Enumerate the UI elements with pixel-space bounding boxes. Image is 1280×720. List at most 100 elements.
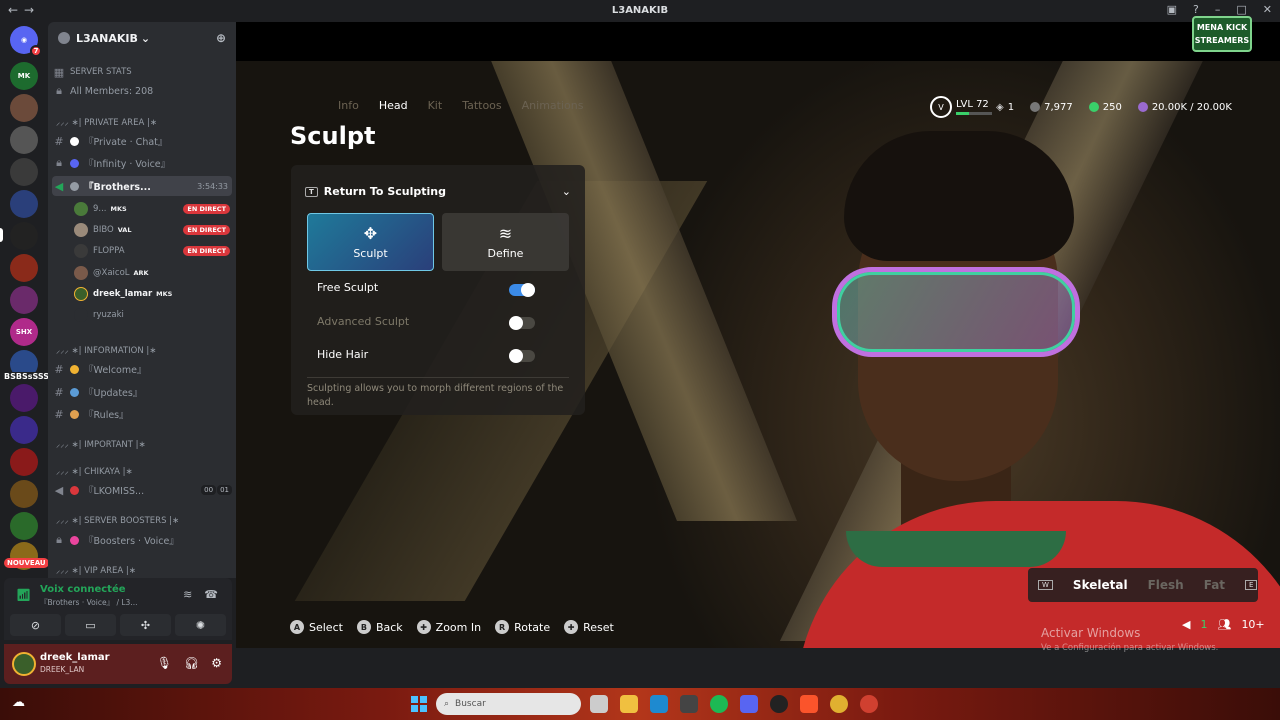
screen-share-button[interactable]: ▭ — [65, 614, 116, 636]
hide-hair-toggle[interactable] — [509, 349, 535, 363]
server-header[interactable]: L3ANAKIB ⌄ ⊕ — [48, 22, 236, 54]
inbox-icon[interactable]: ▣ — [1167, 3, 1177, 16]
sculpt-mode-card[interactable]: ✥ Sculpt — [307, 213, 434, 271]
category-vip-area[interactable]: ⸝⸝⸝ ∗| VIP AREA |∗ — [52, 560, 232, 578]
server-icon[interactable]: SHX — [10, 318, 38, 346]
chevron-down-icon[interactable]: ⌄ — [562, 185, 571, 198]
discord-icon[interactable] — [740, 695, 758, 713]
task-view-icon[interactable] — [590, 695, 608, 713]
maximize-button[interactable]: □ — [1236, 3, 1246, 16]
help-icon[interactable]: ? — [1193, 3, 1199, 16]
tab-animations[interactable]: Animations — [522, 99, 584, 112]
discord-home-icon[interactable]: ◉ 7 — [10, 26, 42, 57]
taskbar-search[interactable]: ⌕ Buscar — [436, 693, 581, 715]
tab-info[interactable]: Info — [338, 99, 359, 112]
server-icon[interactable] — [10, 254, 38, 282]
free-sculpt-toggle[interactable] — [509, 283, 535, 297]
search-placeholder: Buscar — [455, 699, 486, 709]
avatar[interactable] — [12, 652, 36, 676]
voice-user[interactable]: FLOPPA EN DIRECT — [74, 242, 230, 260]
channel-label: 『Updates』 — [84, 388, 143, 399]
tab-tattoos[interactable]: Tattoos — [462, 99, 501, 112]
voice-status[interactable]: Voix connectée — [40, 584, 126, 595]
voice-channel-name[interactable]: 『Brothers · Voice』 / L3... — [40, 597, 137, 608]
soundboard-button[interactable]: ✺ — [175, 614, 226, 636]
advanced-sculpt-toggle[interactable] — [509, 316, 535, 330]
server-icon[interactable] — [10, 158, 38, 186]
notification-badge: 7 — [30, 45, 42, 57]
tab-kit[interactable]: Kit — [428, 99, 443, 112]
channel-welcome[interactable]: # 『Welcome』 — [52, 359, 232, 379]
start-button[interactable] — [411, 696, 427, 712]
layer-flesh[interactable]: Flesh — [1148, 578, 1184, 592]
voice-user[interactable]: ryuzaki — [74, 306, 230, 324]
chrome-icon[interactable] — [860, 695, 878, 713]
settings-gear-icon[interactable]: ⚙ — [211, 656, 222, 670]
channel-private-chat[interactable]: # 『Private · Chat』 — [52, 131, 232, 151]
server-icon[interactable] — [10, 384, 38, 412]
server-icon[interactable] — [10, 126, 38, 154]
category-server-boosters[interactable]: ⸝⸝⸝ ∗| SERVER BOOSTERS |∗ — [52, 510, 232, 530]
category-chikaya[interactable]: ⸝⸝⸝ ∗| CHIKAYA |∗ — [52, 461, 232, 481]
minimize-button[interactable]: – — [1215, 3, 1221, 16]
server-icon[interactable] — [10, 222, 38, 250]
user-name: dreek_lamar — [93, 289, 153, 299]
noise-suppression-icon[interactable]: ≋ — [183, 588, 192, 601]
camera-off-button[interactable]: ⊘ — [10, 614, 61, 636]
server-icon[interactable] — [10, 480, 38, 508]
activation-watermark-subtitle: Ve a Configuración para activar Windows. — [1041, 643, 1219, 653]
close-button[interactable]: ✕ — [1263, 3, 1272, 16]
category-important[interactable]: ⸝⸝⸝ ∗| IMPORTANT |∗ — [52, 434, 232, 454]
file-explorer-icon[interactable] — [620, 695, 638, 713]
edge-icon[interactable] — [650, 695, 668, 713]
channel-all-members[interactable]: 🔒︎ All Members: 208 — [52, 81, 232, 101]
voice-user[interactable]: 9... MKS EN DIRECT — [74, 200, 230, 218]
character-collar — [846, 531, 1066, 567]
store-icon[interactable] — [680, 695, 698, 713]
category-information[interactable]: ⸝⸝⸝ ∗| INFORMATION |∗ — [52, 340, 232, 360]
voice-user[interactable]: @XaicoL ARK — [74, 264, 230, 282]
voice-user[interactable]: BIBO VAL EN DIRECT — [74, 221, 230, 239]
microphone-icon[interactable]: 🎙︎ — [157, 656, 172, 670]
channel-boosters-voice[interactable]: 🔒︎ 『Boosters · Voice』 — [52, 530, 232, 550]
server-icon[interactable] — [10, 286, 38, 314]
server-icon[interactable] — [10, 448, 38, 476]
headphones-icon[interactable]: 🎧︎ — [184, 656, 199, 670]
define-mode-card[interactable]: ≋ Define — [442, 213, 569, 271]
level-emblem-icon: V — [930, 96, 952, 118]
server-icon[interactable]: MK — [10, 62, 38, 90]
server-icon[interactable] — [10, 190, 38, 218]
layer-selector: W Skeletal Flesh Fat E — [1028, 568, 1258, 602]
tab-head[interactable]: Head — [379, 99, 408, 112]
disconnect-icon[interactable]: ☎ — [204, 588, 218, 601]
channel-updates[interactable]: # 『Updates』 — [52, 382, 232, 402]
user-name: 9... — [93, 204, 107, 214]
user-name[interactable]: dreek_lamar — [40, 652, 110, 663]
voice-user[interactable]: dreek_lamar MKS — [74, 285, 230, 303]
back-arrow-icon[interactable]: ◀ — [1182, 618, 1190, 631]
server-icon[interactable] — [10, 416, 38, 444]
chrome-icon[interactable] — [830, 695, 848, 713]
spotify-icon[interactable] — [710, 695, 728, 713]
server-icon[interactable] — [10, 94, 38, 122]
button-a-icon: A — [290, 620, 304, 634]
panel-header[interactable]: T Return To Sculpting — [305, 185, 446, 198]
channel-infinity-voice[interactable]: 🔒︎ 『Infinity · Voice』 — [52, 153, 232, 173]
active-server-pill — [0, 228, 3, 242]
brave-icon[interactable] — [800, 695, 818, 713]
layer-fat[interactable]: Fat — [1204, 578, 1225, 592]
dpad-icon: ✚ — [564, 620, 579, 634]
category-private-area[interactable]: ⸝⸝⸝ ∗| PRIVATE AREA |∗ — [52, 112, 232, 132]
server-icon[interactable] — [10, 512, 38, 540]
layer-skeletal[interactable]: Skeletal — [1073, 578, 1128, 592]
obs-icon[interactable] — [770, 695, 788, 713]
channel-server-stats[interactable]: ▦ SERVER STATS — [52, 62, 232, 82]
channel-lkomiss[interactable]: ◀︎ 『LKOMISS... 00 01 — [52, 480, 232, 500]
channel-rules[interactable]: # 『Rules』 — [52, 404, 232, 424]
weather-icon[interactable]: ☁ — [12, 695, 25, 710]
channel-brothers-voice[interactable]: ◀︎ 『Brothers... 3:54:33 — [52, 176, 232, 196]
activities-button[interactable]: ✣ — [120, 614, 171, 636]
server-name: L3ANAKIB — [76, 31, 138, 45]
user-count: 00 — [201, 485, 217, 495]
add-member-icon[interactable]: ⊕ — [216, 31, 226, 45]
